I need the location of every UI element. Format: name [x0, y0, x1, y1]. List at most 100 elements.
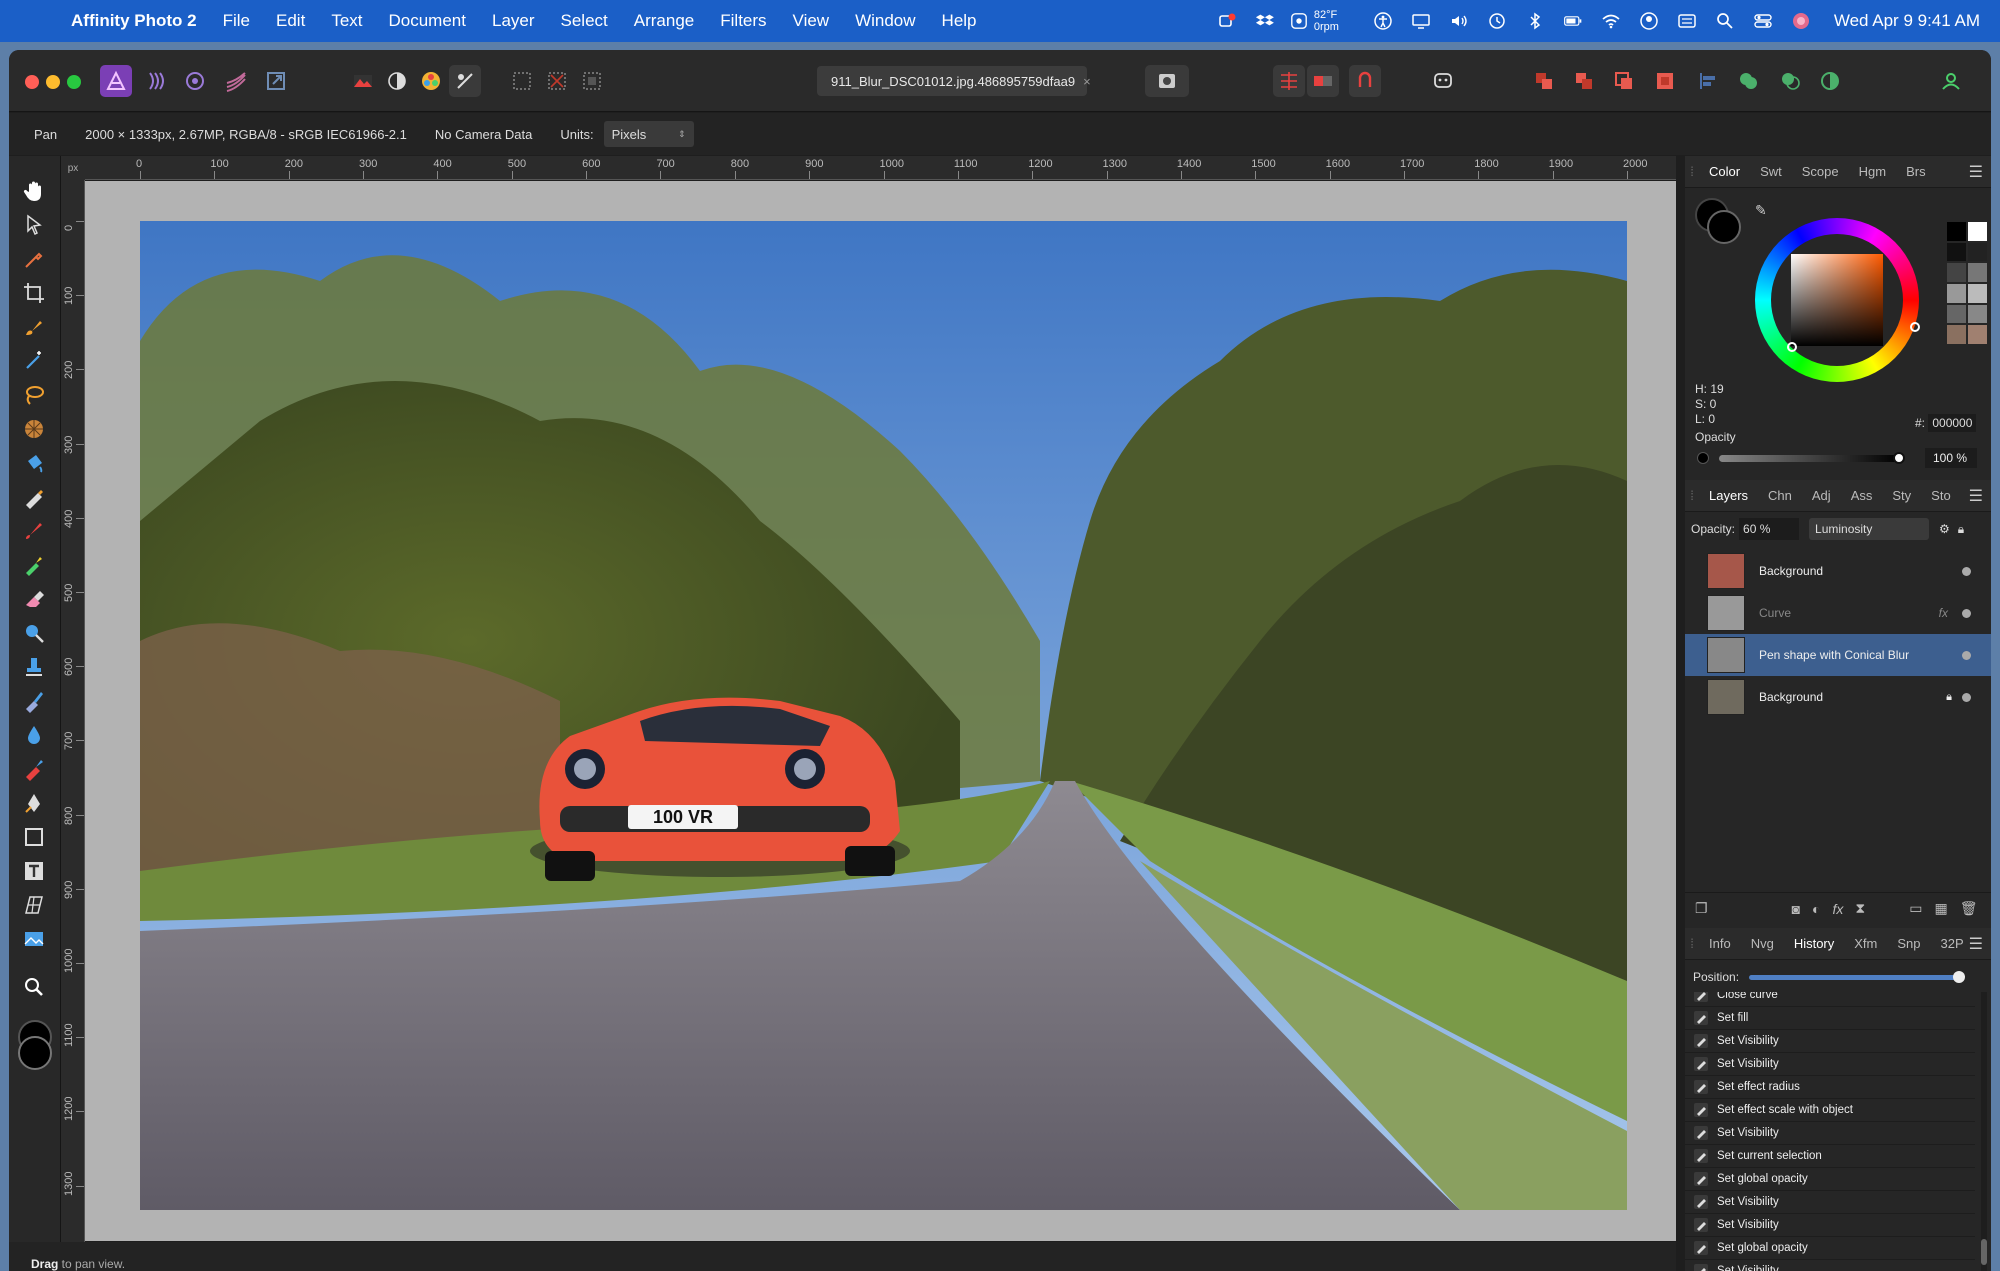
menu-text[interactable]: Text: [318, 11, 375, 31]
tab-styles[interactable]: Sty: [1882, 488, 1921, 503]
mesh-warp-tool-icon[interactable]: [19, 414, 49, 444]
vertical-ruler[interactable]: 0 100 200 300 400 500 600 700 800 900 1000 1100 1200…: [61, 156, 85, 1271]
color-picker-tool-icon[interactable]: [19, 244, 49, 274]
history-item[interactable]: Set global opacity: [1685, 1237, 1975, 1260]
history-item[interactable]: Close curve: [1685, 992, 1975, 1007]
control-center-icon[interactable]: [1744, 0, 1782, 42]
panel-menu-icon[interactable]: ☰: [1969, 934, 1983, 954]
history-item[interactable]: Set fill: [1685, 1007, 1975, 1030]
history-item[interactable]: Set global opacity: [1685, 1168, 1975, 1191]
spotlight-icon[interactable]: [1706, 0, 1744, 42]
flood-select-tool-icon[interactable]: [19, 346, 49, 376]
auto-colors-icon[interactable]: [415, 65, 447, 97]
tab-color[interactable]: Color: [1699, 164, 1750, 179]
tab-32bit-preview[interactable]: 32P: [1931, 936, 1974, 951]
zoom-window-button[interactable]: [67, 75, 81, 89]
app-menu[interactable]: Affinity Photo 2: [58, 11, 210, 31]
hex-field[interactable]: 000000: [1928, 414, 1977, 432]
hue-handle[interactable]: [1910, 322, 1920, 332]
fx-icon[interactable]: fx: [1939, 606, 1948, 620]
new-pixel-layer-icon[interactable]: ▦: [1934, 900, 1947, 917]
develop-persona-icon[interactable]: [179, 65, 211, 97]
visibility-dot-icon[interactable]: [1962, 566, 1971, 576]
visibility-dot-icon[interactable]: [1962, 608, 1971, 618]
time-machine-icon[interactable]: [1478, 0, 1516, 42]
export-persona-icon[interactable]: [260, 65, 292, 97]
layers-options-icon[interactable]: ❐: [1695, 900, 1708, 917]
volume-icon[interactable]: [1440, 0, 1478, 42]
minimize-window-button[interactable]: [46, 75, 60, 89]
select-none-icon[interactable]: [541, 65, 573, 97]
wifi-icon[interactable]: [1592, 0, 1630, 42]
opacity-slider[interactable]: [1719, 455, 1899, 462]
paint-brush-tool-icon[interactable]: [19, 516, 49, 546]
tab-snapshots[interactable]: Snp: [1887, 936, 1930, 951]
add-adjustment-icon[interactable]: ◐: [1812, 901, 1820, 917]
tab-layers[interactable]: Layers: [1699, 488, 1758, 503]
blend-mode-select[interactable]: Luminosity: [1809, 518, 1930, 540]
pixel-tool-icon[interactable]: [19, 550, 49, 580]
auto-levels-icon[interactable]: [347, 65, 379, 97]
visibility-dot-icon[interactable]: [1962, 692, 1971, 702]
quick-mask-icon[interactable]: [1145, 65, 1189, 97]
menu-layer[interactable]: Layer: [479, 11, 548, 31]
history-slider-handle[interactable]: [1953, 970, 1966, 983]
visibility-dot-icon[interactable]: [1962, 650, 1971, 660]
add-live-filter-icon[interactable]: ⧗: [1855, 900, 1865, 917]
bluetooth-icon[interactable]: [1516, 0, 1554, 42]
tab-scope[interactable]: Scope: [1792, 164, 1849, 179]
text-tool-icon[interactable]: [19, 856, 49, 886]
arrange-forward-icon[interactable]: [1608, 65, 1640, 97]
secondary-color-swatch[interactable]: [1707, 210, 1741, 244]
add-mask-icon[interactable]: ◙: [1792, 901, 1800, 917]
account-icon[interactable]: [1935, 65, 1967, 97]
snapping-icon[interactable]: [1273, 65, 1305, 97]
dodge-burn-tool-icon[interactable]: [19, 618, 49, 648]
menu-document[interactable]: Document: [376, 11, 479, 31]
history-list[interactable]: Close curve Set fill Set Visibility Set Vis…: [1685, 992, 1991, 1271]
horizontal-ruler[interactable]: 0 100 200 300 400 500 600 700 800 900 1000 1100 1200…: [85, 156, 1676, 180]
menu-window[interactable]: Window: [842, 11, 928, 31]
layer-row[interactable]: Curve fx: [1685, 592, 1991, 634]
keyboard-icon[interactable]: [1668, 0, 1706, 42]
menu-file[interactable]: File: [210, 11, 263, 31]
layer-opacity-field[interactable]: 60 %: [1739, 518, 1800, 540]
gradient-tool-icon[interactable]: [19, 482, 49, 512]
record-icon[interactable]: [1208, 0, 1246, 42]
tab-adjustments[interactable]: Adj: [1802, 488, 1841, 503]
tab-swatches[interactable]: Swt: [1750, 164, 1792, 179]
stroke-color-swatch[interactable]: [18, 1036, 52, 1070]
siri-icon[interactable]: [1782, 0, 1820, 42]
history-item[interactable]: Set Visibility: [1685, 1260, 1975, 1271]
history-item[interactable]: Set Visibility: [1685, 1053, 1975, 1076]
tab-navigator[interactable]: Nvg: [1741, 936, 1784, 951]
snapping-toggle-icon[interactable]: [1349, 65, 1381, 97]
menu-help[interactable]: Help: [929, 11, 990, 31]
lock-icon[interactable]: 🔒︎: [1958, 522, 1964, 537]
rectangle-tool-icon[interactable]: [19, 822, 49, 852]
history-position-slider[interactable]: [1749, 970, 1966, 983]
boolean-subtract-icon[interactable]: [1774, 65, 1806, 97]
photo-persona-icon[interactable]: [100, 65, 132, 97]
mesh-tool-icon[interactable]: [19, 890, 49, 920]
tab-channels[interactable]: Chn: [1758, 488, 1802, 503]
new-group-icon[interactable]: ▭: [1909, 900, 1922, 917]
hand-tool-icon[interactable]: [19, 176, 49, 206]
history-item[interactable]: Set Visibility: [1685, 1214, 1975, 1237]
menu-view[interactable]: View: [780, 11, 843, 31]
menu-select[interactable]: Select: [548, 11, 621, 31]
tab-info[interactable]: Info: [1699, 936, 1741, 951]
history-item[interactable]: Set Visibility: [1685, 1191, 1975, 1214]
accessibility-icon[interactable]: [1364, 0, 1402, 42]
menu-filters[interactable]: Filters: [707, 11, 779, 31]
panel-grip-icon[interactable]: ⁞: [1685, 488, 1699, 503]
panel-menu-icon[interactable]: ☰: [1969, 162, 1983, 182]
close-window-button[interactable]: [25, 75, 39, 89]
arrange-front-icon[interactable]: [1649, 65, 1681, 97]
layer-row[interactable]: Background 🔒︎: [1685, 676, 1991, 718]
arrange-backward-icon[interactable]: [1568, 65, 1600, 97]
tab-histogram[interactable]: Hgm: [1849, 164, 1896, 179]
history-scrollbar[interactable]: [1981, 992, 1987, 1271]
weather-icon[interactable]: 82°F 0rpm: [1284, 0, 1364, 42]
invert-selection-icon[interactable]: [576, 65, 608, 97]
